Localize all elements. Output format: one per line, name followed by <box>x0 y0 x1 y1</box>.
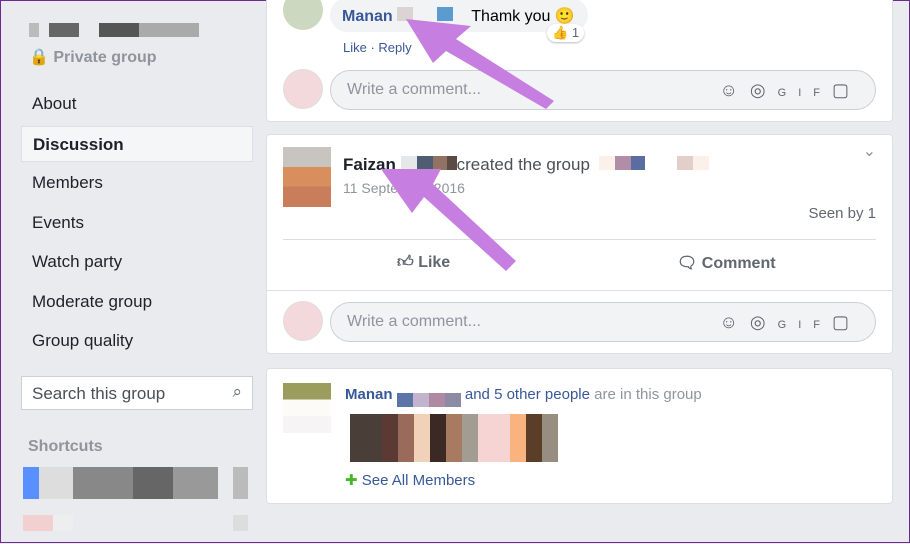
comment-input[interactable]: Write a comment... ☺◎GIF▢ <box>330 70 876 110</box>
privacy-text: Private group <box>53 49 157 66</box>
shortcut-blurred[interactable] <box>23 467 248 499</box>
sticker-icon[interactable]: ▢ <box>832 80 861 100</box>
search-icon[interactable]: ⌕ <box>232 382 242 402</box>
comment-actions[interactable]: Like · Reply <box>343 40 412 55</box>
and-text: and <box>464 386 490 403</box>
nav-moderate-group[interactable]: Moderate group <box>21 284 253 320</box>
smile-emoji: 🙂 <box>554 8 575 25</box>
poster-avatar[interactable] <box>283 147 331 207</box>
sticker-icon[interactable]: ▢ <box>832 312 861 332</box>
camera-icon[interactable]: ◎ <box>750 80 778 100</box>
reaction-count-text: 1 <box>571 25 580 40</box>
nav-members[interactable]: Members <box>21 165 253 201</box>
shortcuts-heading: Shortcuts <box>28 438 103 455</box>
divider <box>267 290 892 291</box>
group-name-blurred <box>29 23 199 37</box>
emoji-icon[interactable]: ☺ <box>720 312 750 332</box>
thumbs-up-icon: 👍︎ <box>397 254 414 271</box>
my-avatar <box>283 69 323 109</box>
members-suffix: are in this group <box>594 386 702 403</box>
see-all-members-label: See All Members <box>361 472 476 489</box>
nav-discussion[interactable]: Discussion <box>21 126 253 162</box>
comment-text: Thamk you <box>471 8 551 25</box>
comment-label: Comment <box>701 255 776 272</box>
member-avatar[interactable] <box>283 383 331 433</box>
nav-watch-party[interactable]: Watch party <box>21 244 253 280</box>
post-menu-chevron-icon[interactable]: ⌄ <box>863 141 876 161</box>
search-group-input[interactable]: Search this group ⌕ <box>21 376 253 410</box>
comment-placeholder: Write a comment... <box>347 313 481 330</box>
nav-group-quality[interactable]: Group quality <box>21 323 253 359</box>
post-header: Faizan created the group <box>343 155 709 175</box>
nav-about[interactable]: About <box>21 86 253 122</box>
blurred-surname <box>396 393 461 407</box>
post-author[interactable]: Faizan <box>343 155 396 174</box>
reaction-count[interactable]: 👍 1 <box>547 24 585 42</box>
comment-placeholder: Write a comment... <box>347 81 481 98</box>
lock-icon: 🔒 <box>29 49 49 66</box>
members-summary: Manan and 5 other people are in this gro… <box>345 386 702 407</box>
see-all-members[interactable]: ✚ See All Members <box>345 471 475 489</box>
comment-button[interactable]: 🗨︎ Comment <box>677 253 776 273</box>
emoji-icon[interactable]: ☺ <box>720 80 750 100</box>
speech-bubble-icon: 🗨︎ <box>677 255 698 272</box>
like-button[interactable]: 👍︎ Like <box>397 253 450 272</box>
camera-icon[interactable]: ◎ <box>750 312 778 332</box>
privacy-label: 🔒 Private group <box>29 47 157 67</box>
post-action: created the group <box>456 155 590 174</box>
member-avatars-blurred[interactable] <box>350 414 558 462</box>
divider <box>283 239 876 240</box>
add-member-icon: ✚ <box>345 472 358 489</box>
comment-card: Manan Thamk you 🙂 👍 1 Like · Reply Write… <box>266 0 893 122</box>
my-avatar <box>283 301 323 341</box>
comment-author[interactable]: Manan <box>342 8 393 25</box>
like-reaction-icon: 👍 <box>552 25 569 40</box>
member-name[interactable]: Manan <box>345 386 393 403</box>
like-label: Like <box>418 254 451 271</box>
comment-tools[interactable]: ☺◎GIF▢ <box>720 80 861 101</box>
blurred-group-name[interactable] <box>598 156 709 170</box>
comment-input[interactable]: Write a comment... ☺◎GIF▢ <box>330 302 876 342</box>
gif-icon[interactable]: GIF <box>778 87 832 99</box>
nav-events[interactable]: Events <box>21 205 253 241</box>
search-placeholder: Search this group <box>32 384 166 403</box>
other-people-link[interactable]: 5 other people <box>494 386 590 403</box>
commenter-avatar[interactable] <box>283 0 323 30</box>
post-date[interactable]: 11 September 2016 <box>343 180 465 196</box>
members-card: Manan and 5 other people are in this gro… <box>266 368 893 504</box>
blurred-surname <box>397 7 468 21</box>
seen-by[interactable]: Seen by 1 <box>808 205 876 222</box>
gif-icon[interactable]: GIF <box>778 319 832 331</box>
shortcut-blurred-2[interactable] <box>23 515 248 531</box>
blurred-surname <box>400 156 457 170</box>
post-card: Faizan created the group 11 September 20… <box>266 134 893 354</box>
comment-tools[interactable]: ☺◎GIF▢ <box>720 312 861 333</box>
